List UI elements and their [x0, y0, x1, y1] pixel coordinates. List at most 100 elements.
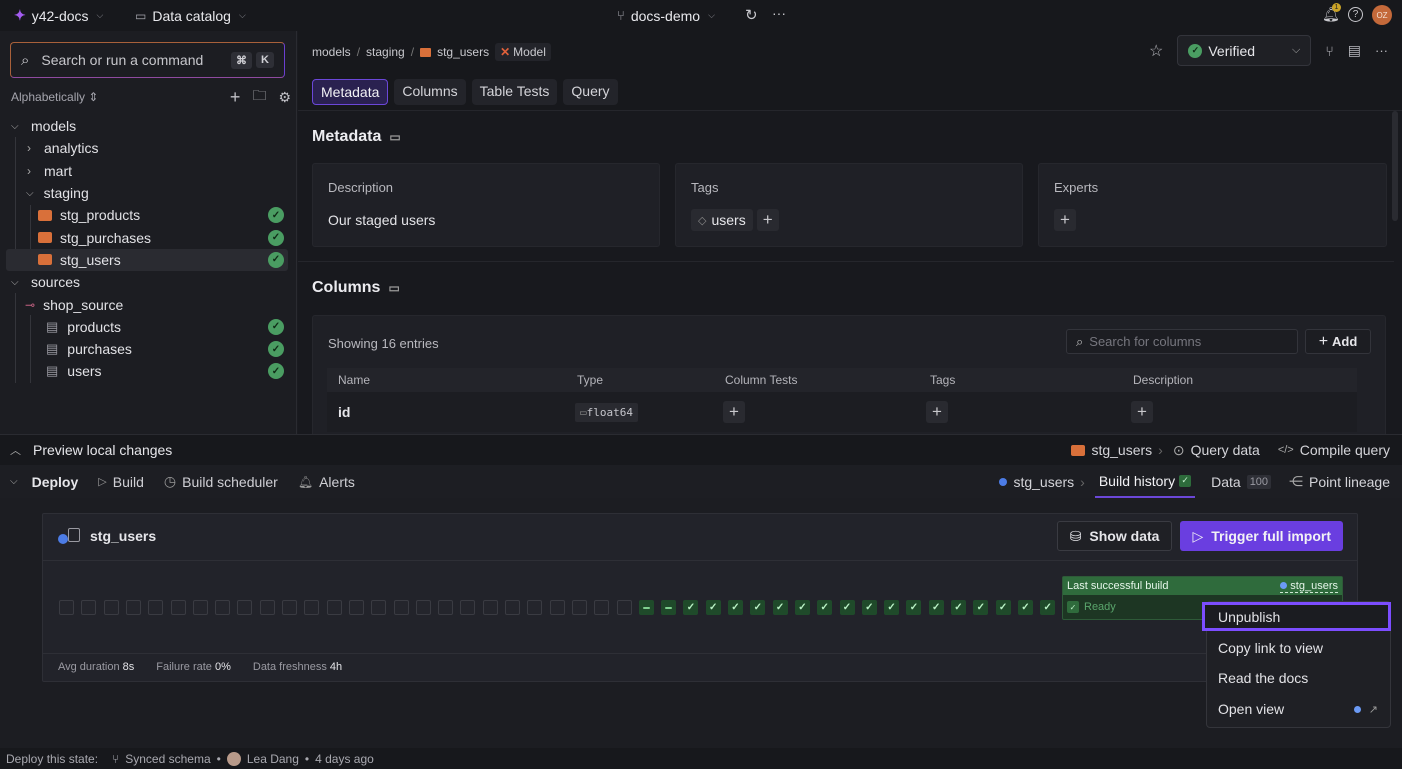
- build-success[interactable]: ✓: [951, 600, 966, 615]
- scrollbar[interactable]: [1392, 111, 1398, 221]
- tree-item-stg-purchases[interactable]: stg_purchases ✓: [0, 226, 296, 248]
- header-column-tests[interactable]: Column Tests: [725, 373, 797, 387]
- tags-label: Tags: [691, 180, 719, 195]
- more-icon[interactable]: ···: [772, 5, 786, 21]
- tree-folder-staging[interactable]: ⌵ staging: [0, 182, 296, 204]
- add-tag-button[interactable]: +: [756, 209, 779, 231]
- description-value[interactable]: Our staged users: [328, 212, 435, 228]
- add-column-button[interactable]: + Add: [1305, 329, 1371, 354]
- tag-chip[interactable]: ◇ users: [691, 209, 753, 231]
- build-success[interactable]: ✓: [772, 600, 788, 615]
- avg-duration-stat: Avg duration 8s: [58, 661, 134, 673]
- new-folder-icon[interactable]: 🗀: [252, 85, 266, 109]
- star-icon[interactable]: ☆: [1149, 41, 1163, 61]
- build-skipped[interactable]: [638, 600, 654, 615]
- deploy-label[interactable]: Deploy: [32, 474, 79, 490]
- tree-folder-analytics[interactable]: › analytics: [0, 137, 296, 159]
- column-search-input[interactable]: ⌕ Search for columns: [1066, 329, 1298, 354]
- avatar[interactable]: OZ: [1372, 5, 1392, 25]
- header-description[interactable]: Description: [1133, 373, 1193, 387]
- trigger-full-import-button[interactable]: ▷ Trigger full import: [1180, 521, 1343, 551]
- menu-item-copy-link[interactable]: Copy link to view: [1207, 634, 1390, 662]
- sort-dropdown[interactable]: Alphabetically ⇕: [11, 90, 98, 104]
- add-column-test-button[interactable]: +: [723, 401, 745, 423]
- build-success[interactable]: ✓: [817, 600, 833, 615]
- tree-table-purchases[interactable]: ▤ purchases ✓: [0, 338, 296, 360]
- menu-item-read-docs[interactable]: Read the docs: [1207, 664, 1390, 692]
- build-success[interactable]: ✓: [839, 600, 855, 615]
- build-history-tab[interactable]: Build history ✓: [1094, 465, 1196, 498]
- alerts-tab[interactable]: 🔔︎ Alerts: [298, 474, 355, 490]
- command-search-input[interactable]: ⌕ Search or run a command ⌘ K: [10, 42, 285, 78]
- add-column-tag-button[interactable]: +: [926, 401, 948, 423]
- tree-folder-mart[interactable]: › mart: [0, 160, 296, 182]
- breadcrumb-stg-users[interactable]: stg_users: [437, 45, 489, 59]
- build-success[interactable]: ✓: [1017, 600, 1033, 615]
- tab-query[interactable]: Query: [563, 79, 618, 105]
- branch-switcher[interactable]: ⑂ docs-demo ⌵: [617, 8, 715, 24]
- tree-folder-sources[interactable]: ⌵ sources: [0, 271, 296, 293]
- help-icon[interactable]: ?: [1348, 7, 1363, 22]
- query-data-button[interactable]: Query data: [1191, 442, 1260, 458]
- tree-item-stg-products[interactable]: stg_products ✓: [0, 204, 296, 226]
- add-icon[interactable]: +: [230, 87, 241, 108]
- tree-source-shop-source[interactable]: ⊸ shop_source: [0, 293, 296, 315]
- build-skipped[interactable]: [661, 600, 677, 615]
- divider: [298, 261, 1394, 262]
- header-name[interactable]: Name: [338, 373, 370, 387]
- table-row[interactable]: id ▭float64 + + +: [327, 392, 1357, 432]
- point-lineage-tab[interactable]: Point lineage: [1309, 474, 1390, 490]
- tree-table-products[interactable]: ▤ products ✓: [0, 316, 296, 338]
- failure-rate-stat: Failure rate 0%: [156, 661, 231, 673]
- menu-item-open-view[interactable]: Open view ↗: [1207, 695, 1390, 723]
- build-success[interactable]: ✓: [884, 600, 900, 615]
- more-icon[interactable]: ···: [1375, 43, 1388, 58]
- verification-dropdown[interactable]: ✓ Verified ⌵: [1177, 35, 1312, 66]
- workspace-switcher[interactable]: ✦ y42-docs ⌵: [14, 7, 103, 24]
- build-success[interactable]: ✓: [995, 600, 1011, 615]
- tab-metadata[interactable]: Metadata: [312, 79, 389, 105]
- sort-label: Alphabetically: [11, 90, 86, 104]
- data-tab[interactable]: Data: [1211, 474, 1241, 490]
- menu-item-unpublish[interactable]: Unpublish: [1202, 602, 1391, 631]
- preview-label[interactable]: Preview local changes: [33, 442, 172, 458]
- build-success[interactable]: ✓: [906, 600, 922, 615]
- breadcrumb-staging[interactable]: staging: [366, 45, 405, 59]
- deploy-asset[interactable]: stg_users: [1013, 474, 1074, 490]
- build-success[interactable]: ✓: [750, 600, 766, 615]
- compile-query-button[interactable]: Compile query: [1300, 442, 1390, 458]
- tab-table-tests[interactable]: Table Tests: [471, 79, 558, 105]
- header-tags[interactable]: Tags: [930, 373, 955, 387]
- show-data-button[interactable]: ⛁ Show data: [1056, 521, 1173, 551]
- build-success[interactable]: ✓: [973, 600, 989, 615]
- build-success[interactable]: ✓: [794, 600, 810, 615]
- preview-asset[interactable]: stg_users: [1091, 442, 1152, 458]
- tree-label: mart: [44, 162, 72, 179]
- tree-table-users[interactable]: ▤ users ✓: [0, 360, 296, 382]
- build-success[interactable]: ✓: [861, 600, 877, 615]
- build-success[interactable]: ✓: [1040, 600, 1056, 615]
- add-expert-button[interactable]: +: [1054, 209, 1076, 231]
- build-success[interactable]: ✓: [728, 600, 743, 615]
- refresh-icon[interactable]: ↻: [745, 6, 758, 24]
- tree-item-stg-users[interactable]: stg_users ✓: [6, 248, 288, 272]
- build-success[interactable]: ✓: [683, 600, 699, 615]
- commit-message[interactable]: Synced schema: [125, 752, 210, 766]
- chevron-down-icon[interactable]: ⌵: [10, 476, 18, 487]
- git-fork-icon[interactable]: ⑂: [1325, 43, 1333, 59]
- tree-folder-models[interactable]: ⌵ models: [0, 115, 296, 137]
- chevron-up-icon[interactable]: ︿: [10, 442, 21, 458]
- settings-icon[interactable]: ⚙: [278, 89, 291, 106]
- build-scheduler-tab[interactable]: ◷ Build scheduler: [164, 473, 278, 490]
- tooltip-asset-link[interactable]: stg_users: [1280, 580, 1338, 593]
- comment-icon[interactable]: ▤: [1348, 42, 1361, 59]
- add-column-description-button[interactable]: +: [1131, 401, 1153, 423]
- build-tab[interactable]: ▷ Build: [98, 474, 144, 490]
- build-success[interactable]: ✓: [705, 600, 721, 615]
- tab-columns[interactable]: Columns: [394, 79, 466, 105]
- section-switcher[interactable]: ▭ Data catalog ⌵: [135, 8, 246, 24]
- build-success[interactable]: ✓: [928, 600, 944, 615]
- header-type[interactable]: Type: [577, 373, 603, 387]
- build-slot-empty: [148, 600, 164, 615]
- breadcrumb-models[interactable]: models: [312, 45, 351, 59]
